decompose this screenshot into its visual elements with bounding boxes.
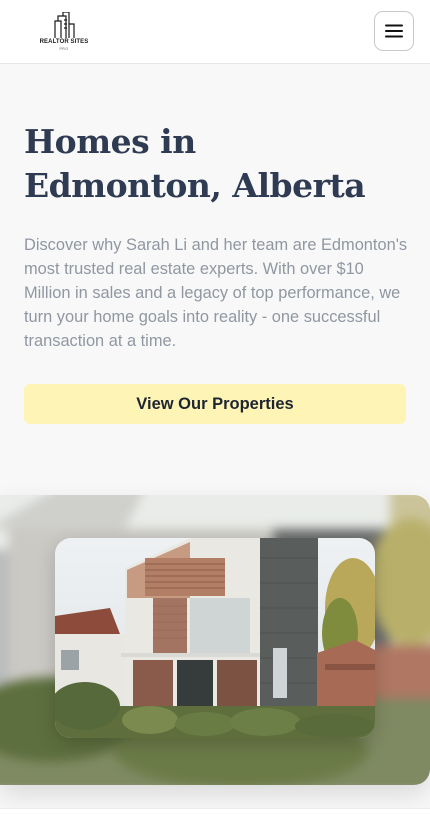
logo-subtext: PRO	[59, 47, 69, 51]
logo-wordmark: REALTOR SITES	[39, 39, 89, 45]
hero-title-line-2: Edmonton, Alberta	[24, 166, 366, 205]
featured-home-photo	[55, 538, 375, 738]
hamburger-menu-icon	[385, 24, 403, 38]
hero-title-line-1: Homes in	[24, 122, 196, 161]
hero-title: Homes in Edmonton, Alberta	[24, 120, 404, 208]
building-logo-icon	[54, 12, 75, 38]
next-section-edge	[0, 808, 430, 815]
hero-description: Discover why Sarah Li and her team are E…	[24, 236, 408, 350]
brand-logo[interactable]: REALTOR SITES PRO	[38, 12, 92, 52]
view-properties-button[interactable]: View Our Properties	[24, 384, 406, 424]
menu-toggle-button[interactable]	[374, 11, 414, 51]
top-navbar: REALTOR SITES PRO	[0, 0, 430, 64]
